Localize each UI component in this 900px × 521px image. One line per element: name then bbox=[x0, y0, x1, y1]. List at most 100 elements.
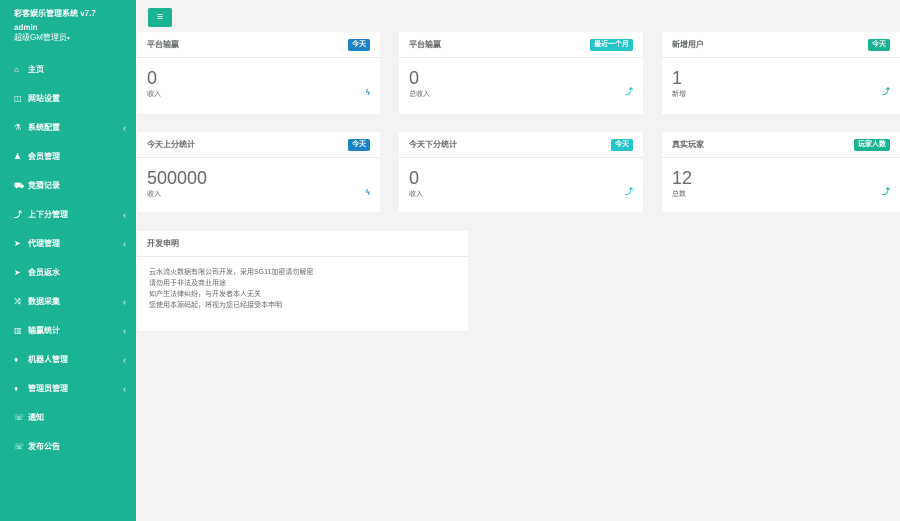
car-icon: ⛟ bbox=[14, 180, 25, 190]
chevron-left-icon: ‹ bbox=[123, 238, 126, 249]
stat-card-new-users: 新增用户 今天 1 新增 ⤴ bbox=[662, 32, 900, 114]
paper-plane-icon: ➤ bbox=[14, 239, 21, 248]
stat-card-real-players: 真实玩家 玩家人数 12 总数 ⤴ bbox=[662, 132, 900, 212]
status-badge: 今天 bbox=[348, 38, 370, 51]
stat-value: 12 bbox=[672, 168, 693, 188]
level-up-icon: ⤴ bbox=[882, 187, 890, 196]
sidebar-item-label: 管理员管理 bbox=[28, 384, 68, 393]
stat-card-credit-up-today: 今天上分统计 今天 500000 收入 ϟ bbox=[137, 132, 380, 212]
chevron-left-icon: ‹ bbox=[123, 354, 126, 365]
sidebar-item-label: 会员管理 bbox=[28, 152, 60, 161]
sidebar-item-site-settings[interactable]: ◫ 网站设置 bbox=[0, 84, 136, 113]
sidebar-item-label: 输赢统计 bbox=[28, 326, 60, 335]
shuffle-icon: ⤨ bbox=[14, 296, 21, 306]
notice-line: 请勿用于非法及商业用途 bbox=[149, 280, 226, 287]
stat-value: 0 bbox=[409, 68, 420, 88]
robot-icon: ♦ bbox=[14, 355, 19, 364]
notice-line: 云水流火数据有限公司开发，采用SG11加密请勿解密 bbox=[149, 269, 314, 276]
chevron-left-icon: ‹ bbox=[123, 296, 126, 307]
stat-value: 0 bbox=[409, 168, 420, 188]
sidebar-item-label: 代理管理 bbox=[28, 239, 60, 248]
card-title: 今天下分统计 bbox=[409, 140, 457, 149]
columns-icon: ◫ bbox=[14, 94, 22, 103]
sidebar-item-members[interactable]: ♟ 会员管理 bbox=[0, 142, 136, 171]
home-icon: ⌂ bbox=[14, 65, 19, 74]
sidebar-item-rebates[interactable]: ➤ 会员返水 bbox=[0, 258, 136, 287]
card-title: 平台输赢 bbox=[147, 40, 179, 49]
chevron-left-icon: ‹ bbox=[123, 122, 126, 133]
sidebar-item-label: 数据采集 bbox=[28, 297, 60, 306]
bolt-icon: ϟ bbox=[365, 188, 370, 197]
sidebar-item-label: 会员返水 bbox=[28, 268, 60, 277]
stat-label: 收入 bbox=[147, 191, 161, 198]
card-title: 新增用户 bbox=[672, 40, 704, 49]
hamburger-icon: ≡ bbox=[156, 11, 164, 23]
sidebar-item-system-config[interactable]: ⚗ 系统配置 ‹ bbox=[0, 113, 136, 142]
stat-value: 0 bbox=[147, 68, 158, 88]
sidebar-item-bet-records[interactable]: ⛟ 竞猜记录 bbox=[0, 171, 136, 200]
sidebar-item-announcements[interactable]: ☏ 发布公告 bbox=[0, 432, 136, 461]
sidebar-item-label: 上下分管理 bbox=[28, 210, 68, 219]
flask-icon: ⚗ bbox=[14, 123, 22, 132]
sidebar: 彩客娱乐管理系统 v7.7 admin 超级GM管理员▾ ⌂ 主页 ◫ 网站设置 ⚗… bbox=[0, 0, 136, 521]
stat-card-platform-today: 平台输赢 今天 0 收入 ϟ bbox=[137, 32, 380, 114]
stat-card-platform-month: 平台输赢 最近一个月 0 总收入 ⤴ bbox=[399, 32, 643, 114]
sidebar-item-home[interactable]: ⌂ 主页 bbox=[0, 55, 136, 84]
level-up-icon: ⤴ bbox=[625, 187, 633, 196]
notice-line: 您使用本源码起，将视为您已经接受本申明 bbox=[149, 302, 282, 309]
chevron-left-icon: ‹ bbox=[123, 383, 126, 394]
app-title: 彩客娱乐管理系统 v7.7 bbox=[14, 9, 96, 18]
stat-label: 总数 bbox=[672, 191, 686, 198]
chevron-left-icon: ‹ bbox=[123, 209, 126, 220]
sidebar-item-admins[interactable]: ♦ 管理员管理 ‹ bbox=[0, 374, 136, 403]
sidebar-brand: 彩客娱乐管理系统 v7.7 admin 超级GM管理员▾ bbox=[0, 0, 136, 55]
sidebar-item-notifications[interactable]: ☏ 通知 bbox=[0, 403, 136, 432]
sidebar-item-label: 通知 bbox=[28, 413, 44, 422]
sidebar-item-label: 主页 bbox=[28, 65, 44, 74]
sidebar-item-label: 系统配置 bbox=[28, 123, 60, 132]
stat-label: 总收入 bbox=[409, 91, 430, 98]
chevron-left-icon: ‹ bbox=[123, 325, 126, 336]
sidebar-item-data-collection[interactable]: ⤨ 数据采集 ‹ bbox=[0, 287, 136, 316]
card-title: 真实玩家 bbox=[672, 140, 704, 149]
stat-value: 1 bbox=[672, 68, 683, 88]
status-badge: 最近一个月 bbox=[590, 38, 633, 51]
user-name[interactable]: admin bbox=[14, 23, 136, 33]
stat-value: 500000 bbox=[147, 168, 208, 188]
comment-icon: ☏ bbox=[14, 413, 25, 422]
sidebar-item-win-loss-stats[interactable]: ▥ 输赢统计 ‹ bbox=[0, 316, 136, 345]
sidebar-item-label: 机器人管理 bbox=[28, 355, 68, 364]
sidebar-item-label: 网站设置 bbox=[28, 94, 60, 103]
level-up-icon: ⤴ bbox=[882, 87, 890, 96]
user-role: 超级GM管理员 bbox=[14, 33, 67, 42]
user-icon: ♟ bbox=[14, 152, 22, 161]
stat-label: 收入 bbox=[409, 191, 423, 198]
status-badge: 今天 bbox=[868, 38, 890, 51]
stat-label: 新增 bbox=[672, 91, 686, 98]
caret-down-icon: ▾ bbox=[66, 36, 70, 42]
sidebar-item-agents[interactable]: ➤ 代理管理 ‹ bbox=[0, 229, 136, 258]
developer-notice-panel: 开发申明 云水流火数据有限公司开发，采用SG11加密请勿解密 请勿用于非法及商业… bbox=[137, 231, 468, 331]
bolt-icon: ϟ bbox=[365, 88, 370, 97]
admin-icon: ♦ bbox=[14, 384, 19, 393]
status-badge: 今天 bbox=[611, 138, 633, 151]
sidebar-item-robots[interactable]: ♦ 机器人管理 ‹ bbox=[0, 345, 136, 374]
sidebar-menu: ⌂ 主页 ◫ 网站设置 ⚗ 系统配置 ‹ ♟ 会员管理 ⛟ 竞猜记录 ⤴ 上下分管理 ‹ ➤ 代理… bbox=[0, 55, 136, 461]
status-badge: 今天 bbox=[348, 138, 370, 151]
notice-line: 如产生法律纠纷，与开发者本人无关 bbox=[149, 291, 261, 298]
stat-card-credit-down-today: 今天下分统计 今天 0 收入 ⤴ bbox=[399, 132, 643, 212]
bar-chart-icon: ▥ bbox=[14, 326, 22, 335]
user-role-dropdown[interactable]: 超级GM管理员▾ bbox=[14, 33, 136, 44]
sidebar-item-label: 竞猜记录 bbox=[28, 181, 60, 190]
menu-toggle-button[interactable]: ≡ bbox=[148, 8, 172, 27]
stat-label: 收入 bbox=[147, 91, 161, 98]
card-title: 开发申明 bbox=[147, 239, 179, 248]
level-up-icon: ⤴ bbox=[625, 87, 633, 96]
comment-icon: ☏ bbox=[14, 442, 25, 451]
card-title: 今天上分统计 bbox=[147, 140, 195, 149]
card-title: 平台输赢 bbox=[409, 40, 441, 49]
level-up-icon: ⤴ bbox=[14, 210, 22, 219]
sidebar-item-label: 发布公告 bbox=[28, 442, 60, 451]
status-badge: 玩家人数 bbox=[854, 138, 890, 151]
sidebar-item-credit-management[interactable]: ⤴ 上下分管理 ‹ bbox=[0, 200, 136, 229]
